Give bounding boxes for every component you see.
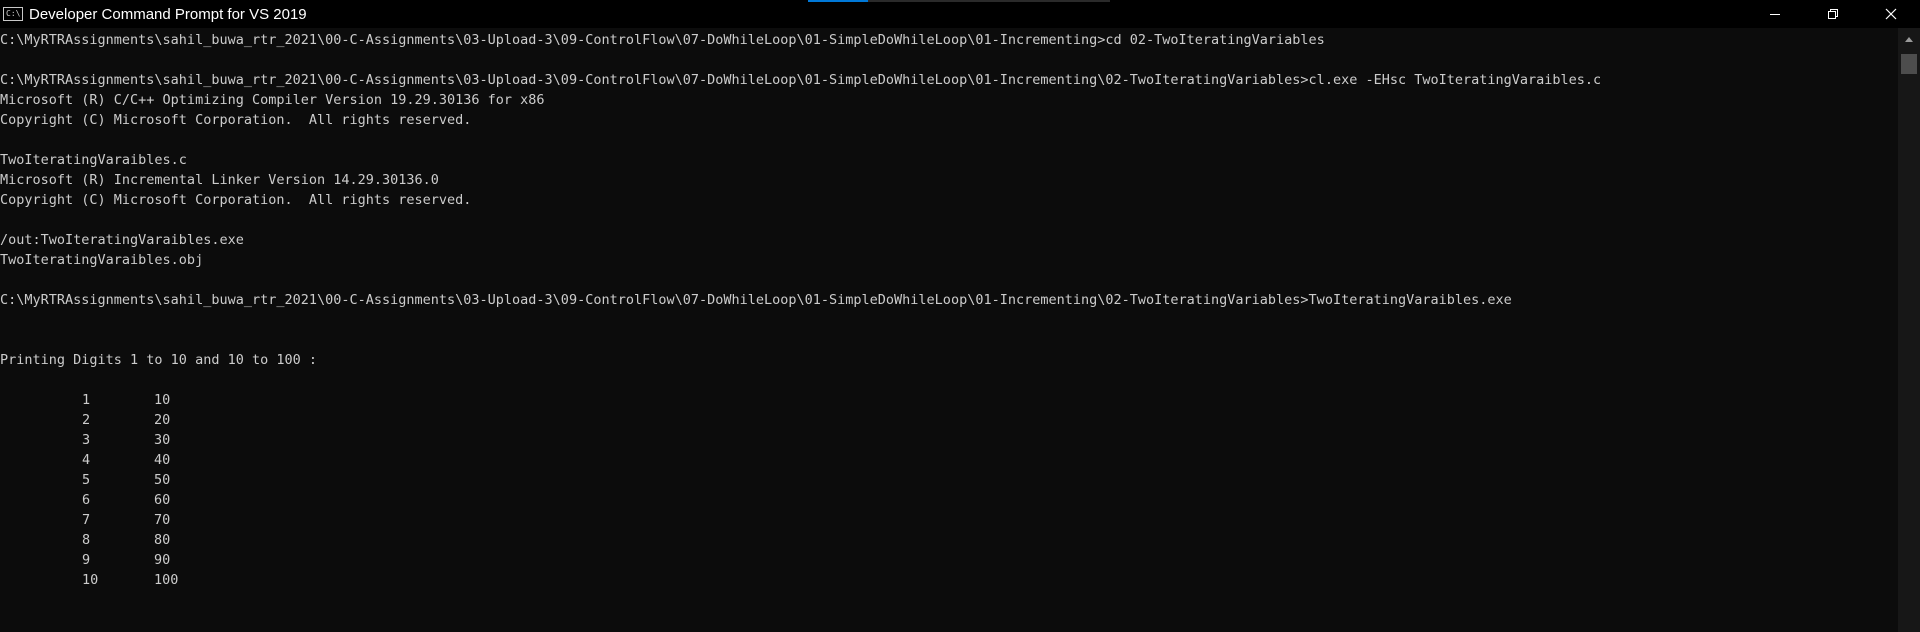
- window-controls: [1746, 0, 1920, 28]
- output-tens: 10: [154, 392, 171, 408]
- console-line: TwoIteratingVaraibles.c: [0, 152, 187, 168]
- output-tens: 100: [154, 572, 179, 588]
- command-prompt-icon[interactable]: C:\: [3, 7, 23, 21]
- scroll-thumb[interactable]: [1901, 54, 1917, 74]
- output-row: 8 80: [0, 530, 1898, 550]
- output-digit: 10: [82, 572, 99, 588]
- output-tens: 30: [154, 432, 171, 448]
- output-tens: 20: [154, 412, 171, 428]
- minimize-button[interactable]: [1746, 0, 1804, 28]
- output-row: 9 90: [0, 550, 1898, 570]
- output-row: 5 50: [0, 470, 1898, 490]
- title-bar-progress: [808, 0, 1110, 2]
- output-tens: 70: [154, 512, 171, 528]
- output-digit: 2: [82, 412, 91, 428]
- output-row: 10 100: [0, 570, 1898, 590]
- output-tens: 40: [154, 452, 171, 468]
- output-tens: 90: [154, 552, 171, 568]
- output-digit: 9: [82, 552, 91, 568]
- output-row: 7 70: [0, 510, 1898, 530]
- output-row: 4 40: [0, 450, 1898, 470]
- output-tens: 80: [154, 532, 171, 548]
- console-line: Microsoft (R) Incremental Linker Version…: [0, 172, 439, 188]
- console-line: TwoIteratingVaraibles.obj: [0, 252, 204, 268]
- restore-button[interactable]: [1804, 0, 1862, 28]
- output-row: 1 10: [0, 390, 1898, 410]
- output-digit: 1: [82, 392, 91, 408]
- output-digit: 3: [82, 432, 91, 448]
- close-button[interactable]: [1862, 0, 1920, 28]
- console-line: C:\MyRTRAssignments\sahil_buwa_rtr_2021\…: [0, 72, 1602, 88]
- output-tens: 60: [154, 492, 171, 508]
- title-bar[interactable]: C:\ Developer Command Prompt for VS 2019: [0, 0, 1920, 28]
- output-tens: 50: [154, 472, 171, 488]
- console-line: Copyright (C) Microsoft Corporation. All…: [0, 192, 472, 208]
- console-output[interactable]: C:\MyRTRAssignments\sahil_buwa_rtr_2021\…: [0, 30, 1898, 632]
- output-digit: 6: [82, 492, 91, 508]
- close-icon: [1885, 8, 1897, 20]
- scroll-up-arrow-icon: [1905, 36, 1913, 42]
- console-line: Copyright (C) Microsoft Corporation. All…: [0, 112, 472, 128]
- console-line: Printing Digits 1 to 10 and 10 to 100 :: [0, 352, 317, 368]
- minimize-icon: [1770, 14, 1780, 15]
- output-digit: 7: [82, 512, 91, 528]
- output-row: 6 60: [0, 490, 1898, 510]
- scroll-up-button[interactable]: [1898, 28, 1920, 50]
- output-digit: 4: [82, 452, 91, 468]
- vertical-scrollbar[interactable]: [1898, 28, 1920, 632]
- output-row: 3 30: [0, 430, 1898, 450]
- output-row: 2 20: [0, 410, 1898, 430]
- restore-icon: [1828, 9, 1838, 19]
- console-window: C:\ Developer Command Prompt for VS 2019: [0, 0, 1920, 632]
- console-line: /out:TwoIteratingVaraibles.exe: [0, 232, 244, 248]
- window-title: Developer Command Prompt for VS 2019: [29, 5, 307, 23]
- console-line: Microsoft (R) C/C++ Optimizing Compiler …: [0, 92, 545, 108]
- output-digit: 8: [82, 532, 91, 548]
- console-line: C:\MyRTRAssignments\sahil_buwa_rtr_2021\…: [0, 32, 1325, 48]
- output-digit: 5: [82, 472, 91, 488]
- command-prompt-icon-glyph: C:\: [6, 9, 21, 18]
- title-bar-progress-fill: [808, 0, 868, 2]
- console-line: C:\MyRTRAssignments\sahil_buwa_rtr_2021\…: [0, 292, 1512, 308]
